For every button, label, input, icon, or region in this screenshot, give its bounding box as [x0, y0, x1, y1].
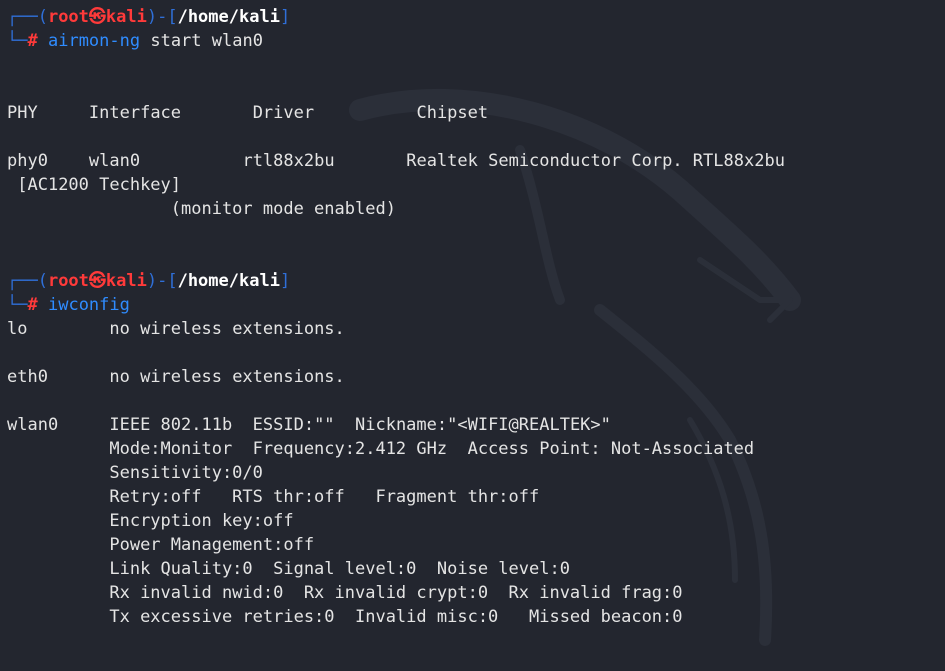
- prompt-symbol: ㉿: [88, 7, 106, 27]
- wlan0-line-3: Retry:off RTS thr:off Fragment thr:off: [109, 487, 540, 507]
- prompt-frame: ┌──(: [7, 271, 48, 291]
- wlan0-line-7: Rx invalid nwid:0 Rx invalid crypt:0 Rx …: [109, 583, 683, 603]
- wlan0-line-4: Encryption key:off: [109, 511, 294, 531]
- prompt-path: /home/kali: [177, 271, 280, 291]
- wlan0-line-8: Tx excessive retries:0 Invalid misc:0 Mi…: [109, 607, 683, 627]
- command-name: airmon-ng: [47, 31, 141, 51]
- cell-phy: phy0: [7, 151, 48, 171]
- terminal-output[interactable]: ┌──(root㉿kali)-[/home/kali] └─# airmon-n…: [7, 5, 785, 629]
- iface-wlan0-name: wlan0: [7, 415, 59, 435]
- wlan0-line-5: Power Management:off: [109, 535, 315, 555]
- wlan0-line-2: Sensitivity:0/0: [109, 463, 263, 483]
- iface-lo-name: lo: [7, 319, 28, 339]
- prompt-marker: #: [27, 31, 38, 51]
- command-line-1: └─# airmon-ng start wlan0: [7, 31, 263, 51]
- cell-chipset-cont: [AC1200 Techkey]: [17, 175, 182, 195]
- prompt-frame: ┌──(: [7, 7, 48, 27]
- iface-lo-row: lo no wireless extensions.: [7, 317, 785, 341]
- cell-interface: wlan0: [88, 151, 141, 171]
- cell-chipset: Realtek Semiconductor Corp. RTL88x2bu: [406, 151, 785, 171]
- airmon-header-row: PHY Interface Driver Chipset: [7, 101, 785, 125]
- prompt-user: root: [47, 271, 89, 291]
- prompt-marker: #: [27, 295, 38, 315]
- header-phy: PHY: [7, 103, 38, 123]
- iface-eth0-name: eth0: [7, 367, 48, 387]
- iface-eth0-row: eth0 no wireless extensions.: [7, 365, 785, 389]
- command-name: iwconfig: [47, 295, 130, 315]
- terminal-window[interactable]: ┌──(root㉿kali)-[/home/kali] └─# airmon-n…: [0, 0, 945, 671]
- prompt-line-2: ┌──(root㉿kali)-[/home/kali]: [7, 271, 291, 291]
- header-driver: Driver: [252, 103, 315, 123]
- prompt-host: kali: [105, 271, 147, 291]
- cell-driver: rtl88x2bu: [242, 151, 335, 171]
- prompt-symbol: ㉿: [88, 271, 106, 291]
- command-args: start wlan0: [140, 31, 263, 51]
- header-interface: Interface: [88, 103, 182, 123]
- prompt-host: kali: [105, 7, 147, 27]
- iface-eth0-info: no wireless extensions.: [109, 367, 345, 387]
- command-line-2: └─# iwconfig: [7, 295, 130, 315]
- header-chipset: Chipset: [416, 103, 489, 123]
- wlan0-line-0: IEEE 802.11b ESSID:"" Nickname:"<WIFI@RE…: [109, 415, 611, 435]
- wlan0-line-1: Mode:Monitor Frequency:2.412 GHz Access …: [109, 439, 755, 459]
- iface-lo-info: no wireless extensions.: [109, 319, 345, 339]
- airmon-data-row: phy0 wlan0 rtl88x2bu Realtek Semiconduct…: [7, 149, 785, 173]
- wlan0-line-6: Link Quality:0 Signal level:0 Noise leve…: [109, 559, 570, 579]
- prompt-user: root: [47, 7, 89, 27]
- iface-wlan0-row: wlan0 IEEE 802.11b ESSID:"" Nickname:"<W…: [7, 413, 785, 437]
- prompt-line-1: ┌──(root㉿kali)-[/home/kali]: [7, 7, 291, 27]
- monitor-note: (monitor mode enabled): [170, 199, 396, 219]
- prompt-path: /home/kali: [177, 7, 280, 27]
